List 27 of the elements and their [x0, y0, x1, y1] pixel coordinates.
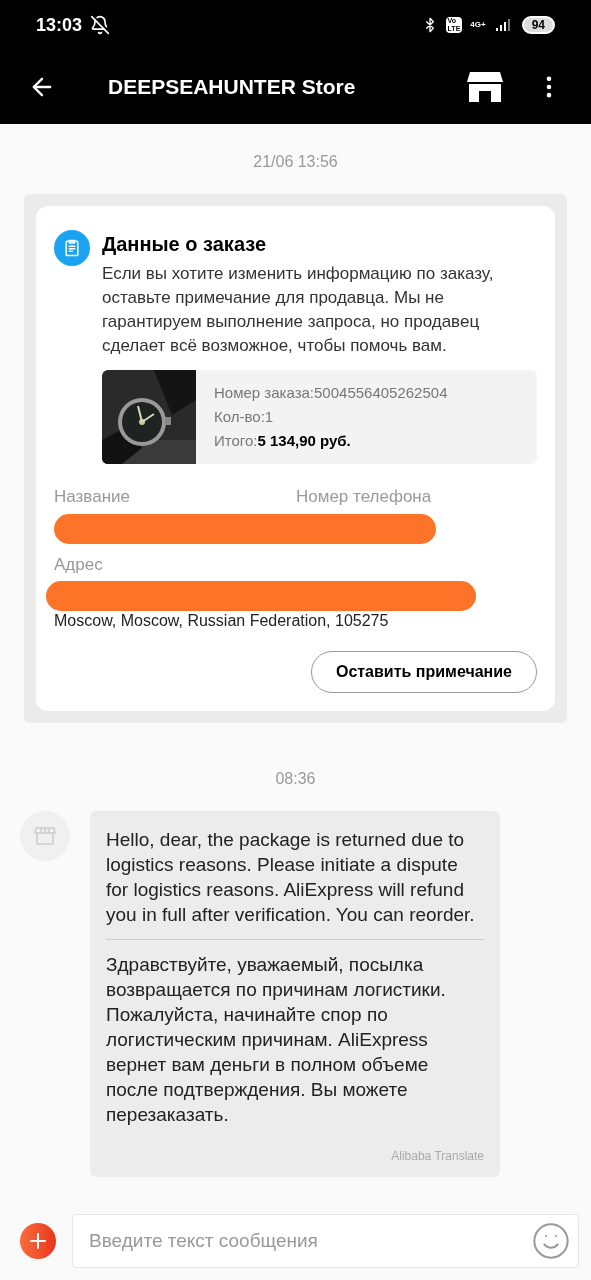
order-total: Итого:5 134,90 руб.	[214, 431, 352, 451]
network-type: 4G+	[470, 19, 486, 31]
signal-icon	[493, 17, 510, 33]
emoji-icon[interactable]	[531, 1221, 571, 1261]
add-button[interactable]	[20, 1223, 56, 1259]
message-timestamp: 21/06 13:56	[253, 152, 338, 172]
store-icon[interactable]	[467, 71, 503, 103]
address-text: Moscow, Moscow, Russian Federation, 105275	[54, 611, 390, 631]
translation-credit: Alibaba Translate	[391, 1148, 484, 1165]
battery-level: 94	[521, 16, 555, 34]
field-label: Адрес	[54, 553, 104, 576]
field-label: Название	[54, 486, 131, 508]
store-title: DEEPSEAHUNTER Store	[108, 74, 356, 101]
order-quantity: Кол-во:1	[214, 407, 275, 427]
message-text: Hello, dear, the package is returned due to logistics reasons. Please initiate a dispute for logistics reasons. AliExpress will refund you in full after verification. You can reorder.	[106, 828, 476, 927]
leave-note-button[interactable]: Оставить примечание	[310, 651, 537, 693]
bell-muted-icon	[90, 15, 111, 35]
translated-text: Здравствуйте, уважаемый, посылка возвращается по причинам логистики. Пожалуйста, начинайте спор по логистическим причинам. AliExpress вернет вам деньги в полном объеме после подтверждения. Вы можете перезаказать.	[106, 953, 447, 1127]
store-icon	[33, 824, 57, 848]
field-label: Номер телефона	[296, 486, 432, 508]
status-time: 13:03	[36, 13, 83, 37]
order-number: Номер заказа:5004556405262504	[214, 383, 448, 403]
clipboard-icon	[54, 230, 90, 266]
order-title: Данные о заказе	[102, 232, 268, 257]
message-input[interactable]: Введите текст сообщения	[72, 1214, 579, 1268]
order-description: Если вы хотите изменить информацию по заказу, оставьте примечание для продавца. Мы не гарантируем выполнение запроса, но продавец сделает всё возможное, чтобы помочь вам.	[102, 263, 495, 357]
message-timestamp: 08:36	[275, 769, 316, 789]
